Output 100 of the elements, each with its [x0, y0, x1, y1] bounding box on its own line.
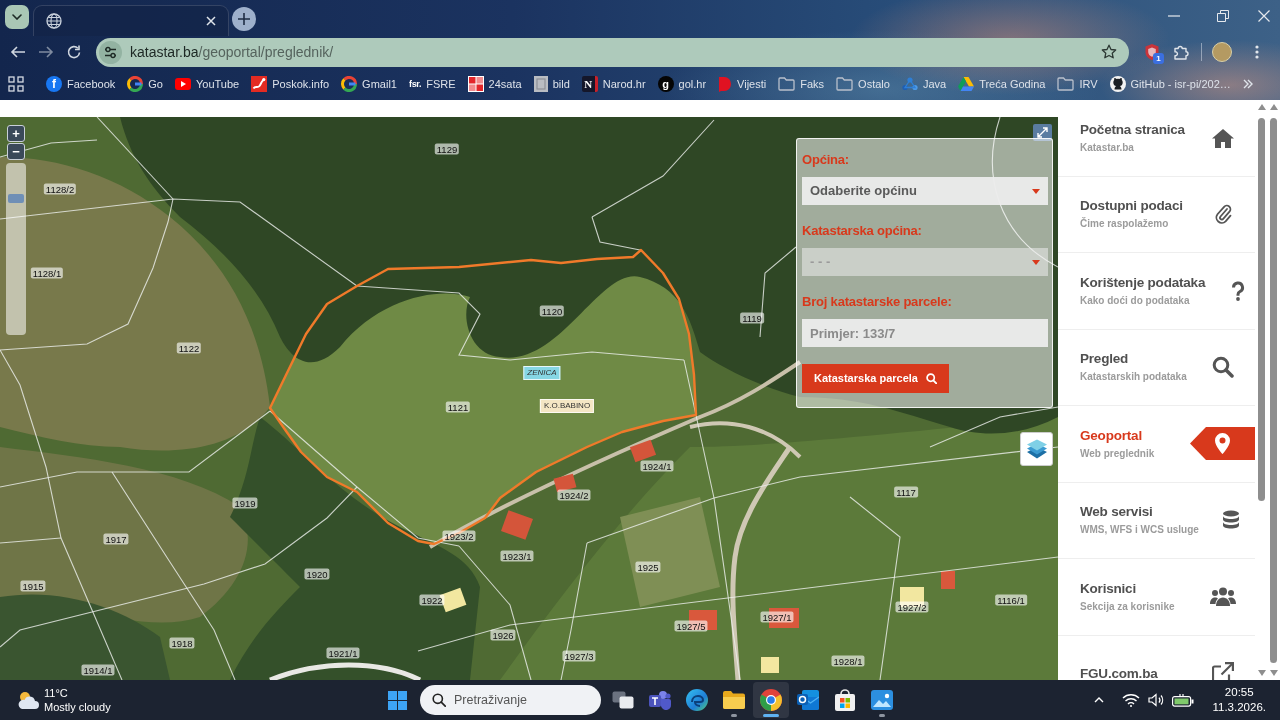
parcel-number: 1924/2: [557, 489, 591, 501]
layers-icon: [1025, 439, 1048, 459]
parcel-number: 1915: [20, 580, 46, 592]
drop-logo-icon: [718, 76, 733, 92]
parcel-number: 1923/1: [500, 550, 534, 562]
scrollbar-thumb[interactable]: [1258, 118, 1265, 501]
search-icon: [925, 373, 937, 384]
menu-item[interactable]: Geoportal Web preglednik: [1058, 406, 1255, 483]
input-field[interactable]: Primjer: 133/7: [802, 319, 1048, 347]
bookmark-folder[interactable]: Ostalo: [836, 75, 890, 93]
taskbar-app-button[interactable]: [753, 682, 789, 718]
extension-button[interactable]: 1: [1137, 38, 1166, 66]
bookmark-link[interactable]: fsr. FSRE: [408, 75, 456, 93]
bookmark-folder[interactable]: IRV: [1057, 75, 1098, 93]
forward-arrow-icon: [38, 44, 54, 60]
text-logo-icon: fsr.: [408, 76, 422, 92]
bookmark-link[interactable]: Go: [127, 75, 163, 93]
folder-icon: [836, 77, 854, 91]
letter-logo-icon: g: [657, 76, 674, 92]
tab-search-button[interactable]: [5, 5, 29, 29]
bookmark-link[interactable]: N Narod.hr: [581, 75, 646, 93]
star-icon[interactable]: [1101, 44, 1117, 60]
home-icon: [1211, 127, 1234, 148]
parcel-number: 1928/1: [831, 655, 865, 667]
parcel-number: 1922: [419, 594, 445, 606]
chevron-up-icon[interactable]: [1094, 697, 1105, 703]
more-menu-icon: [1254, 45, 1259, 59]
clock-date: 11.3.2026.: [1212, 700, 1266, 715]
scrollbar-thumb[interactable]: [1270, 118, 1277, 663]
dots-logo-icon: [901, 77, 918, 91]
task-view-icon: [612, 691, 634, 709]
bookmark-link[interactable]: 24sata: [467, 75, 522, 93]
parcel-number: 1914/1: [81, 664, 115, 676]
close-icon[interactable]: [206, 16, 216, 26]
picture-icon: [871, 690, 893, 710]
folder-icon: [723, 691, 745, 709]
parcel-number: 1120: [539, 305, 565, 317]
bookmark-link[interactable]: GitHub - isr-pi/202…: [1109, 75, 1231, 93]
speaker-icon[interactable]: [1148, 693, 1165, 707]
apps-grid-icon[interactable]: [8, 76, 24, 92]
search-button[interactable]: Katastarska parcela: [802, 364, 949, 393]
bookmark-link[interactable]: bild: [533, 75, 570, 93]
parcel-number: 1927/3: [562, 650, 596, 662]
external-link-icon: [1211, 662, 1234, 680]
bookmark-link[interactable]: YouTube: [175, 75, 240, 93]
tile-logo-icon: [533, 76, 548, 92]
folder-icon: [778, 77, 796, 91]
shopping-bag-icon: [835, 689, 855, 711]
select-field[interactable]: Odaberite općinu: [802, 177, 1048, 205]
zoom-out-button[interactable]: −: [7, 143, 25, 160]
bookmark-link[interactable]: g gol.hr: [657, 75, 707, 93]
reload-icon: [66, 44, 82, 60]
taskbar-search-field[interactable]: Pretraživanje: [420, 685, 601, 715]
parcel-number: 1925: [635, 561, 661, 573]
select-field: - - -: [802, 248, 1048, 276]
bookmark-link[interactable]: Vijesti: [718, 75, 767, 93]
folder-icon: [1057, 77, 1075, 91]
parcel-number: 1923/2: [442, 530, 476, 542]
zoom-slider-thumb[interactable]: [8, 193, 24, 203]
parcel-number: 1117: [894, 486, 918, 498]
field-label: Broj katastarske parcele:: [802, 293, 953, 311]
bookmark-link[interactable]: Poskok.info: [251, 75, 330, 93]
caret-icon: [1032, 259, 1040, 265]
bookmark-link[interactable]: Treća Godina: [958, 75, 1046, 93]
wifi-icon[interactable]: [1122, 693, 1141, 707]
letter-logo-icon: N: [581, 76, 598, 92]
bookmark-link[interactable]: f Facebook: [46, 75, 116, 93]
restore-icon: [1216, 10, 1229, 22]
profile-avatar[interactable]: [1212, 42, 1232, 62]
weather-temperature: 11°C: [44, 686, 69, 700]
play-logo-icon: [175, 78, 191, 90]
address-bar[interactable]: katastar.ba/geoportal/preglednik/: [96, 37, 1129, 67]
search-icon: [1211, 356, 1234, 379]
battery-icon[interactable]: [1172, 693, 1195, 707]
sliders-icon[interactable]: [99, 40, 122, 64]
double-chevron-icon[interactable]: [1242, 79, 1253, 89]
fullscreen-button[interactable]: [1033, 124, 1052, 141]
new-tab-button[interactable]: [232, 7, 256, 31]
ring-logo-icon: [127, 76, 144, 92]
bookmark-folder[interactable]: Faks: [778, 75, 825, 93]
zoom-in-button[interactable]: +: [7, 125, 25, 142]
cadastral-area-tag: K.O.BABINO: [539, 399, 595, 413]
caret-icon: [1032, 188, 1040, 194]
round-logo-icon: [760, 689, 782, 711]
tile-logo-icon: [467, 76, 484, 92]
ring-logo-icon: [341, 76, 358, 92]
zoom-slider-track[interactable]: [6, 163, 26, 335]
layers-button[interactable]: [1020, 432, 1053, 466]
clock-time: 20:55: [1223, 685, 1255, 700]
parcel-number: 1917: [103, 533, 129, 545]
letter-logo-icon: f: [46, 76, 62, 92]
search-icon: [432, 693, 446, 707]
puzzle-icon: [1172, 44, 1189, 60]
parcel-number: 1122: [176, 342, 202, 354]
field-label: Katastarska općina:: [802, 222, 923, 240]
people-icon: [649, 690, 671, 710]
browser-tab[interactable]: [33, 5, 229, 36]
parcel-number: 1927/1: [760, 611, 794, 623]
bookmark-link[interactable]: Java: [901, 75, 947, 93]
bookmark-link[interactable]: Gmail1: [341, 75, 397, 93]
